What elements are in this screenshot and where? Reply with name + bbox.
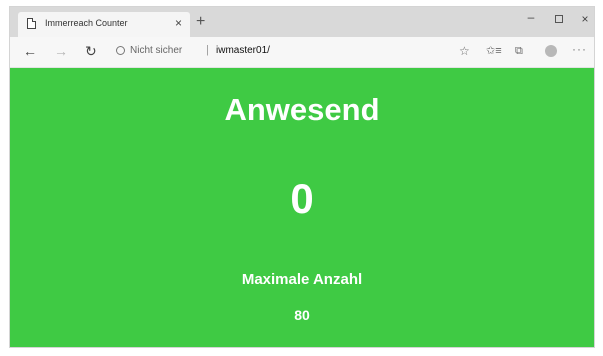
security-indicator[interactable]: Nicht sicher [130, 45, 182, 56]
url-text[interactable]: iwmaster01/ [216, 45, 270, 56]
refresh-icon[interactable]: ↻ [85, 44, 97, 58]
new-tab-icon[interactable]: + [196, 14, 205, 30]
minimize-icon[interactable]: – [521, 10, 541, 24]
tab-close-icon[interactable]: × [175, 16, 182, 30]
favorites-icon[interactable]: ✩≡ [486, 44, 502, 58]
max-count-label: Maximale Anzahl [241, 271, 363, 288]
back-icon[interactable]: ← [23, 44, 37, 58]
collections-icon[interactable]: ⧉ [515, 44, 523, 58]
profile-avatar-icon[interactable] [545, 45, 557, 57]
tab-title: Immerreach Counter [45, 18, 128, 28]
browser-toolbar: ← → ↻ Nicht sicher | iwmaster01/ ☆ ✩≡ ⧉ … [10, 37, 594, 68]
close-window-icon[interactable]: × [575, 12, 594, 26]
maximize-icon[interactable] [555, 15, 563, 23]
present-count: 0 [290, 175, 314, 222]
address-separator: | [206, 44, 209, 56]
browser-window: Immerreach Counter × + – × ← → ↻ Nicht s… [9, 6, 595, 348]
max-count-value: 80 [294, 307, 310, 323]
more-icon[interactable]: ··· [572, 42, 587, 56]
forward-icon[interactable]: → [54, 44, 68, 58]
browser-tab[interactable]: Immerreach Counter × [18, 12, 190, 37]
star-icon[interactable]: ☆ [459, 44, 470, 58]
page-content: Anwesend 0 Maximale Anzahl 80 [10, 68, 594, 347]
info-icon[interactable] [116, 46, 125, 55]
tab-strip: Immerreach Counter × + – × [10, 7, 594, 37]
page-icon [27, 18, 36, 29]
address-bar[interactable]: Nicht sicher | iwmaster01/ [112, 43, 392, 61]
page-title: Anwesend [224, 92, 380, 127]
